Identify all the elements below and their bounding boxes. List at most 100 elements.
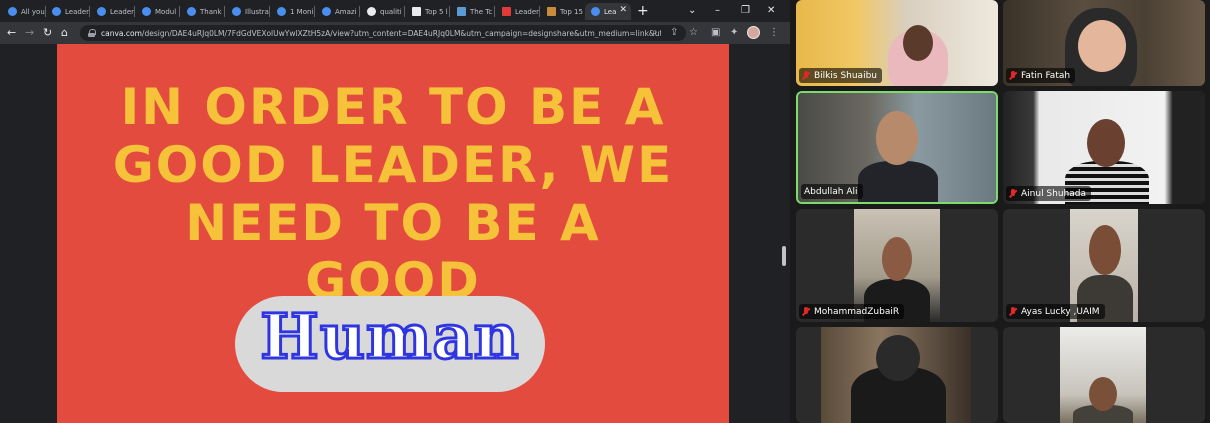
- participant-name: MohammadZubaiR: [814, 306, 900, 317]
- tab-3[interactable]: Leader: [91, 3, 135, 20]
- participant-nameplate: Bilkis Shuaibu: [799, 68, 882, 83]
- tab-12[interactable]: Leader: [496, 3, 540, 20]
- tab-favicon-icon: [457, 7, 466, 16]
- human-badge: Human: [235, 296, 545, 392]
- address-bar: ← → ↻ ⌂ canva.com/design/DAE4uRJq0LM/7Fd…: [0, 22, 790, 44]
- url-host: canva.com: [101, 28, 142, 38]
- participant-name: Fatin Fatah: [1021, 70, 1071, 81]
- participant-name: Abdullah Ali: [804, 186, 858, 197]
- profile-avatar[interactable]: [747, 26, 760, 39]
- participant-name: Ayas Lucky ,UAIM: [1021, 306, 1100, 317]
- mic-muted-icon: [1009, 306, 1017, 317]
- share-icon[interactable]: ⇪: [670, 25, 678, 41]
- tab-1[interactable]: All you: [2, 3, 46, 20]
- human-text: Human: [259, 299, 521, 375]
- menu-icon[interactable]: ⋮: [769, 25, 779, 41]
- slide-headline: IN ORDER TO BE A GOOD LEADER, WE NEED TO…: [57, 78, 729, 310]
- close-window-button[interactable]: ✕: [767, 2, 775, 19]
- tab-label: Thank: [200, 7, 222, 16]
- close-tab-icon[interactable]: ✕: [619, 5, 627, 15]
- tab-label: The Tc: [470, 7, 493, 16]
- browser-window: All you Leader Leader Modul Thank Illust…: [0, 0, 790, 423]
- tab-favicon-icon: [502, 7, 511, 16]
- canva-slide: IN ORDER TO BE A GOOD LEADER, WE NEED TO…: [57, 44, 729, 423]
- canva-icon: [591, 7, 600, 16]
- tab-10[interactable]: Top 5 l: [406, 3, 450, 20]
- tab-label: Lea: [604, 7, 617, 16]
- tab-label: All you: [21, 7, 45, 16]
- participant-tile[interactable]: Bilkis Shuaibu: [796, 0, 998, 86]
- tab-favicon-icon: [187, 7, 196, 16]
- participant-tile[interactable]: [1003, 327, 1205, 423]
- zoom-icon[interactable]: ⌕: [652, 25, 658, 41]
- tab-favicon-icon: [547, 7, 556, 16]
- participant-name: Bilkis Shuaibu: [814, 70, 877, 81]
- participant-name: Ainul Shuhada: [1021, 188, 1086, 199]
- tab-label: 1 Moni: [290, 7, 314, 16]
- mic-muted-icon: [1009, 188, 1017, 199]
- reload-icon[interactable]: ↻: [43, 25, 52, 41]
- tab-2[interactable]: Leader: [46, 3, 90, 20]
- scrollbar-thumb[interactable]: [782, 246, 786, 266]
- mic-muted-icon: [802, 306, 810, 317]
- tab-favicon-icon: [322, 7, 331, 16]
- lock-icon: [88, 29, 96, 37]
- tab-label: Illustra: [245, 7, 269, 16]
- participant-gallery: Bilkis Shuaibu Fatin Fatah Abdullah Ali …: [793, 0, 1210, 423]
- tab-favicon-icon: [232, 7, 241, 16]
- participant-tile-active[interactable]: Abdullah Ali: [796, 91, 998, 204]
- participant-nameplate: MohammadZubaiR: [799, 304, 905, 319]
- cast-icon[interactable]: ▣: [711, 25, 720, 41]
- tab-5[interactable]: Thank: [181, 3, 225, 20]
- tab-8[interactable]: Amazi: [316, 3, 360, 20]
- tab-label: Amazi: [335, 7, 357, 16]
- url-path: /design/DAE4uRJq0LM/7FdGdVEXolUwYwlXZtH5…: [141, 28, 661, 38]
- participant-tile[interactable]: MohammadZubaiR: [796, 209, 998, 322]
- minimize-button[interactable]: –: [715, 2, 720, 19]
- new-tab-button[interactable]: +: [637, 3, 649, 20]
- tab-13[interactable]: Top 15: [541, 3, 585, 20]
- back-icon[interactable]: ←: [7, 25, 16, 41]
- tab-label: qualiti: [380, 7, 402, 16]
- tab-11[interactable]: The Tc: [451, 3, 495, 20]
- tab-label: Top 5 l: [425, 7, 448, 16]
- tab-label: Modul: [155, 7, 177, 16]
- google-icon: [367, 7, 376, 16]
- tab-strip: All you Leader Leader Modul Thank Illust…: [0, 0, 790, 22]
- participant-tile[interactable]: Ainul Shuhada: [1003, 91, 1205, 204]
- participant-tile[interactable]: Ayas Lucky ,UAIM: [1003, 209, 1205, 322]
- tab-favicon-icon: [412, 7, 421, 16]
- tab-active[interactable]: Lea ✕: [585, 3, 631, 20]
- tab-label: Leader: [515, 7, 540, 16]
- tab-9[interactable]: qualiti: [361, 3, 405, 20]
- page-viewport: IN ORDER TO BE A GOOD LEADER, WE NEED TO…: [0, 44, 790, 423]
- slide-line: IN ORDER TO BE A: [120, 78, 666, 136]
- tab-label: Leader: [65, 7, 90, 16]
- extensions-icon[interactable]: ✦: [730, 25, 738, 41]
- mic-muted-icon: [1009, 70, 1017, 81]
- tab-4[interactable]: Modul: [136, 3, 180, 20]
- tab-label: Leader: [110, 7, 135, 16]
- slide-line: GOOD LEADER, WE: [112, 136, 674, 194]
- tab-7[interactable]: 1 Moni: [271, 3, 315, 20]
- participant-tile[interactable]: [796, 327, 998, 423]
- url-text: canva.com/design/DAE4uRJq0LM/7FdGdVEXolU…: [101, 29, 661, 38]
- slide-line: NEED TO BE A: [185, 194, 601, 252]
- participant-tile[interactable]: Fatin Fatah: [1003, 0, 1205, 86]
- mic-muted-icon: [802, 70, 810, 81]
- home-icon[interactable]: ⌂: [61, 25, 68, 41]
- participant-nameplate: Abdullah Ali: [801, 184, 863, 199]
- participant-nameplate: Ainul Shuhada: [1006, 186, 1091, 201]
- url-field[interactable]: canva.com/design/DAE4uRJq0LM/7FdGdVEXolU…: [80, 25, 686, 41]
- bookmark-star-icon[interactable]: ☆: [689, 25, 698, 41]
- tab-search-icon[interactable]: ⌄: [688, 2, 696, 19]
- forward-icon[interactable]: →: [25, 25, 34, 41]
- tab-6[interactable]: Illustra: [226, 3, 270, 20]
- tab-favicon-icon: [97, 7, 106, 16]
- participant-nameplate: Fatin Fatah: [1006, 68, 1076, 83]
- tab-favicon-icon: [277, 7, 286, 16]
- screen: All you Leader Leader Modul Thank Illust…: [0, 0, 1210, 423]
- tab-favicon-icon: [52, 7, 61, 16]
- restore-button[interactable]: ❐: [741, 2, 750, 19]
- tab-favicon-icon: [8, 7, 17, 16]
